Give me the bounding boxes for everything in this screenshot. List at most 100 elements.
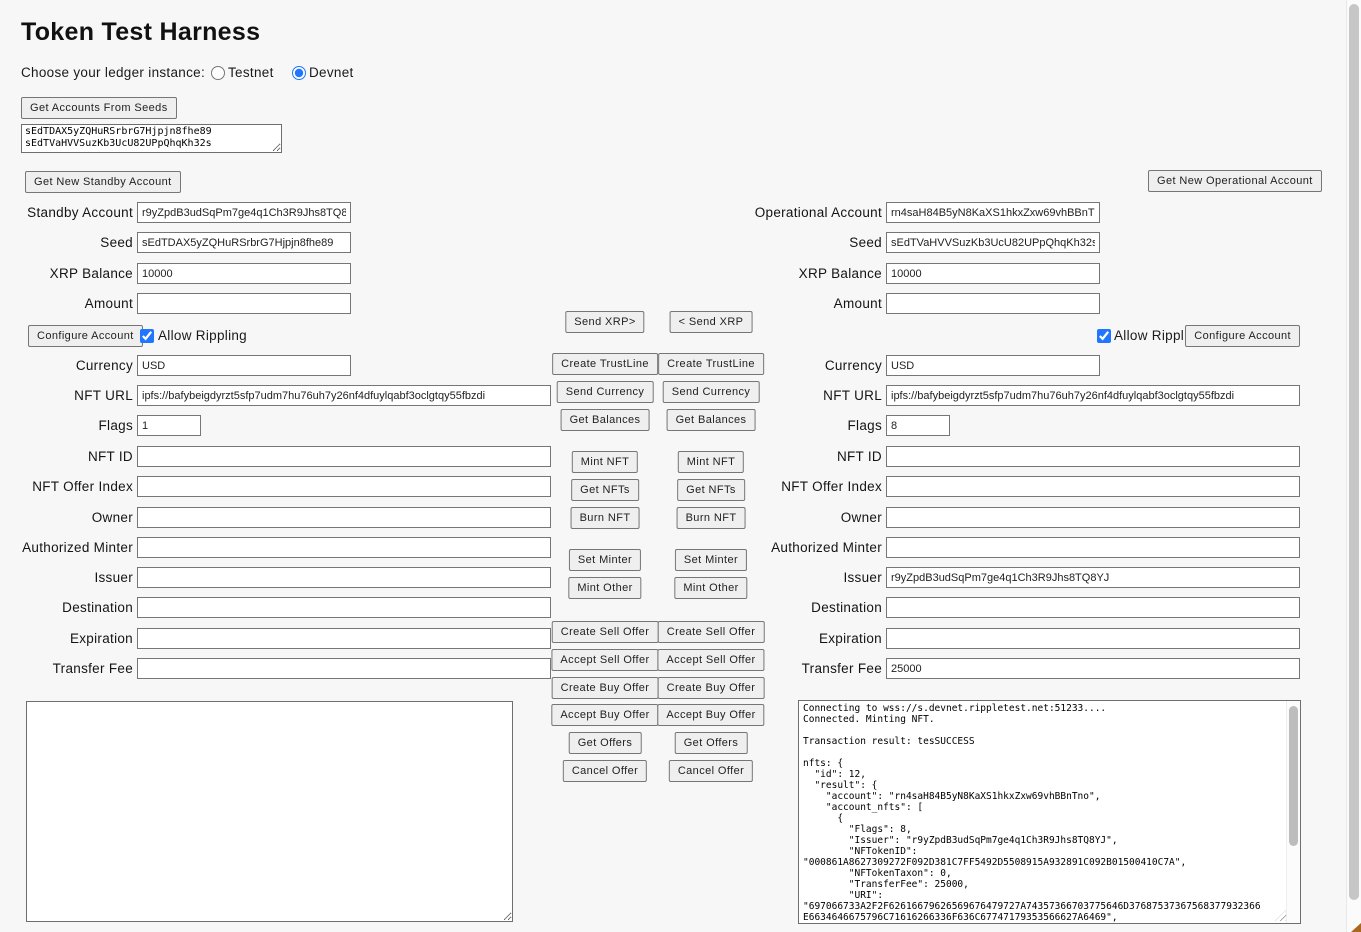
seeds-textarea[interactable]: sEdTDAX5yZQHuRSrbrG7Hjpjn8fhe89 sEdTVaHV… [21, 124, 282, 153]
standby-seed-input[interactable] [137, 232, 351, 253]
standby-mint-nft-button[interactable]: Mint NFT [572, 451, 638, 473]
operational-send-xrp-button[interactable]: < Send XRP [670, 311, 753, 333]
standby-set-minter-button[interactable]: Set Minter [569, 549, 641, 571]
standby-expiration-label: Expiration [0, 628, 133, 649]
operational-seed-label: Seed [662, 232, 882, 253]
page-title: Token Test Harness [21, 18, 260, 47]
operational-accept-buy-offer-button[interactable]: Accept Buy Offer [657, 704, 764, 726]
standby-amount-label: Amount [0, 293, 133, 314]
operational-amount-input[interactable] [886, 293, 1100, 314]
operational-nft-url-input[interactable] [886, 385, 1300, 406]
standby-authorized-minter-input[interactable] [137, 537, 551, 558]
standby-send-xrp-button[interactable]: Send XRP> [565, 311, 644, 333]
operational-currency-input[interactable] [886, 355, 1100, 376]
get-new-operational-account-button[interactable]: Get New Operational Account [1148, 170, 1322, 192]
standby-nft-id-input[interactable] [137, 446, 551, 467]
devnet-radio-label: Devnet [309, 65, 354, 80]
operational-xrp-balance-label: XRP Balance [662, 263, 882, 284]
standby-owner-label: Owner [0, 507, 133, 528]
operational-authorized-minter-input[interactable] [886, 537, 1300, 558]
get-new-standby-account-button[interactable]: Get New Standby Account [25, 171, 181, 193]
operational-allow-rippling-checkbox[interactable] [1097, 329, 1111, 343]
standby-configure-account-button[interactable]: Configure Account [28, 325, 143, 347]
standby-flags-label: Flags [0, 415, 133, 436]
standby-get-balances-button[interactable]: Get Balances [561, 409, 650, 431]
standby-currency-label: Currency [0, 355, 133, 376]
standby-nft-id-label: NFT ID [0, 446, 133, 467]
standby-burn-nft-button[interactable]: Burn NFT [571, 507, 640, 529]
operational-cancel-offer-button[interactable]: Cancel Offer [669, 760, 753, 782]
operational-create-buy-offer-button[interactable]: Create Buy Offer [658, 677, 765, 699]
standby-transfer-fee-label: Transfer Fee [0, 658, 133, 679]
standby-allow-rippling-checkbox[interactable] [140, 329, 154, 343]
standby-get-nfts-button[interactable]: Get NFTs [571, 479, 639, 501]
operational-destination-input[interactable] [886, 597, 1300, 618]
standby-authorized-minter-label: Authorized Minter [0, 537, 133, 558]
standby-owner-input[interactable] [137, 507, 551, 528]
devnet-radio[interactable] [292, 66, 306, 80]
operational-mint-nft-button[interactable]: Mint NFT [678, 451, 744, 473]
operational-configure-account-button[interactable]: Configure Account [1185, 325, 1300, 347]
standby-amount-input[interactable] [137, 293, 351, 314]
standby-nft-offer-index-input[interactable] [137, 476, 551, 497]
testnet-radio-label: Testnet [228, 65, 274, 80]
standby-send-currency-button[interactable]: Send Currency [557, 381, 654, 403]
standby-issuer-label: Issuer [0, 567, 133, 588]
operational-create-sell-offer-button[interactable]: Create Sell Offer [658, 621, 765, 643]
operational-get-offers-button[interactable]: Get Offers [675, 732, 748, 754]
standby-create-sell-offer-button[interactable]: Create Sell Offer [552, 621, 659, 643]
testnet-radio[interactable] [211, 66, 225, 80]
operational-nft-id-input[interactable] [886, 446, 1300, 467]
results-scrollbar-thumb[interactable] [1289, 706, 1298, 846]
standby-results-textarea[interactable] [26, 701, 513, 922]
operational-expiration-input[interactable] [886, 628, 1300, 649]
operational-set-minter-button[interactable]: Set Minter [675, 549, 747, 571]
standby-issuer-input[interactable] [137, 567, 551, 588]
standby-currency-input[interactable] [137, 355, 351, 376]
standby-create-buy-offer-button[interactable]: Create Buy Offer [552, 677, 659, 699]
standby-nft-url-input[interactable] [137, 385, 551, 406]
operational-send-currency-button[interactable]: Send Currency [663, 381, 760, 403]
operational-results-log: Connecting to wss://s.devnet.rippletest.… [799, 701, 1300, 924]
standby-flags-input[interactable] [137, 415, 201, 436]
standby-seed-label: Seed [0, 232, 133, 253]
window-corner-artifact [1351, 923, 1361, 932]
standby-account-input[interactable] [137, 202, 351, 223]
operational-transfer-fee-input[interactable] [886, 658, 1300, 679]
operational-nft-offer-index-input[interactable] [886, 476, 1300, 497]
standby-accept-sell-offer-button[interactable]: Accept Sell Offer [551, 649, 658, 671]
standby-accept-buy-offer-button[interactable]: Accept Buy Offer [551, 704, 658, 726]
standby-account-label: Standby Account [0, 202, 133, 223]
standby-cancel-offer-button[interactable]: Cancel Offer [563, 760, 647, 782]
standby-destination-label: Destination [0, 597, 133, 618]
operational-owner-input[interactable] [886, 507, 1300, 528]
ledger-instance-label: Choose your ledger instance: [21, 65, 205, 80]
operational-destination-label: Destination [662, 597, 882, 618]
standby-expiration-input[interactable] [137, 628, 551, 649]
operational-seed-input[interactable] [886, 232, 1100, 253]
operational-issuer-input[interactable] [886, 567, 1300, 588]
operational-account-label: Operational Account [662, 202, 882, 223]
standby-mint-other-button[interactable]: Mint Other [568, 577, 641, 599]
standby-create-trustline-button[interactable]: Create TrustLine [552, 353, 658, 375]
get-accounts-from-seeds-button[interactable]: Get Accounts From Seeds [21, 97, 177, 119]
operational-burn-nft-button[interactable]: Burn NFT [677, 507, 746, 529]
standby-allow-rippling-label: Allow Rippling [158, 328, 247, 343]
operational-mint-other-button[interactable]: Mint Other [674, 577, 747, 599]
operational-get-nfts-button[interactable]: Get NFTs [677, 479, 745, 501]
operational-account-input[interactable] [886, 202, 1100, 223]
operational-results-box[interactable]: Connecting to wss://s.devnet.rippletest.… [798, 700, 1301, 924]
page-scrollbar-track[interactable] [1346, 0, 1361, 932]
standby-destination-input[interactable] [137, 597, 551, 618]
standby-transfer-fee-input[interactable] [137, 658, 551, 679]
operational-xrp-balance-input[interactable] [886, 263, 1100, 284]
operational-create-trustline-button[interactable]: Create TrustLine [658, 353, 764, 375]
standby-nft-url-label: NFT URL [0, 385, 133, 406]
operational-accept-sell-offer-button[interactable]: Accept Sell Offer [657, 649, 764, 671]
page-scrollbar-thumb[interactable] [1349, 4, 1359, 900]
operational-flags-input[interactable] [886, 415, 950, 436]
standby-get-offers-button[interactable]: Get Offers [569, 732, 642, 754]
results-scrollbar-track[interactable] [1286, 701, 1300, 923]
standby-xrp-balance-input[interactable] [137, 263, 351, 284]
operational-get-balances-button[interactable]: Get Balances [667, 409, 756, 431]
